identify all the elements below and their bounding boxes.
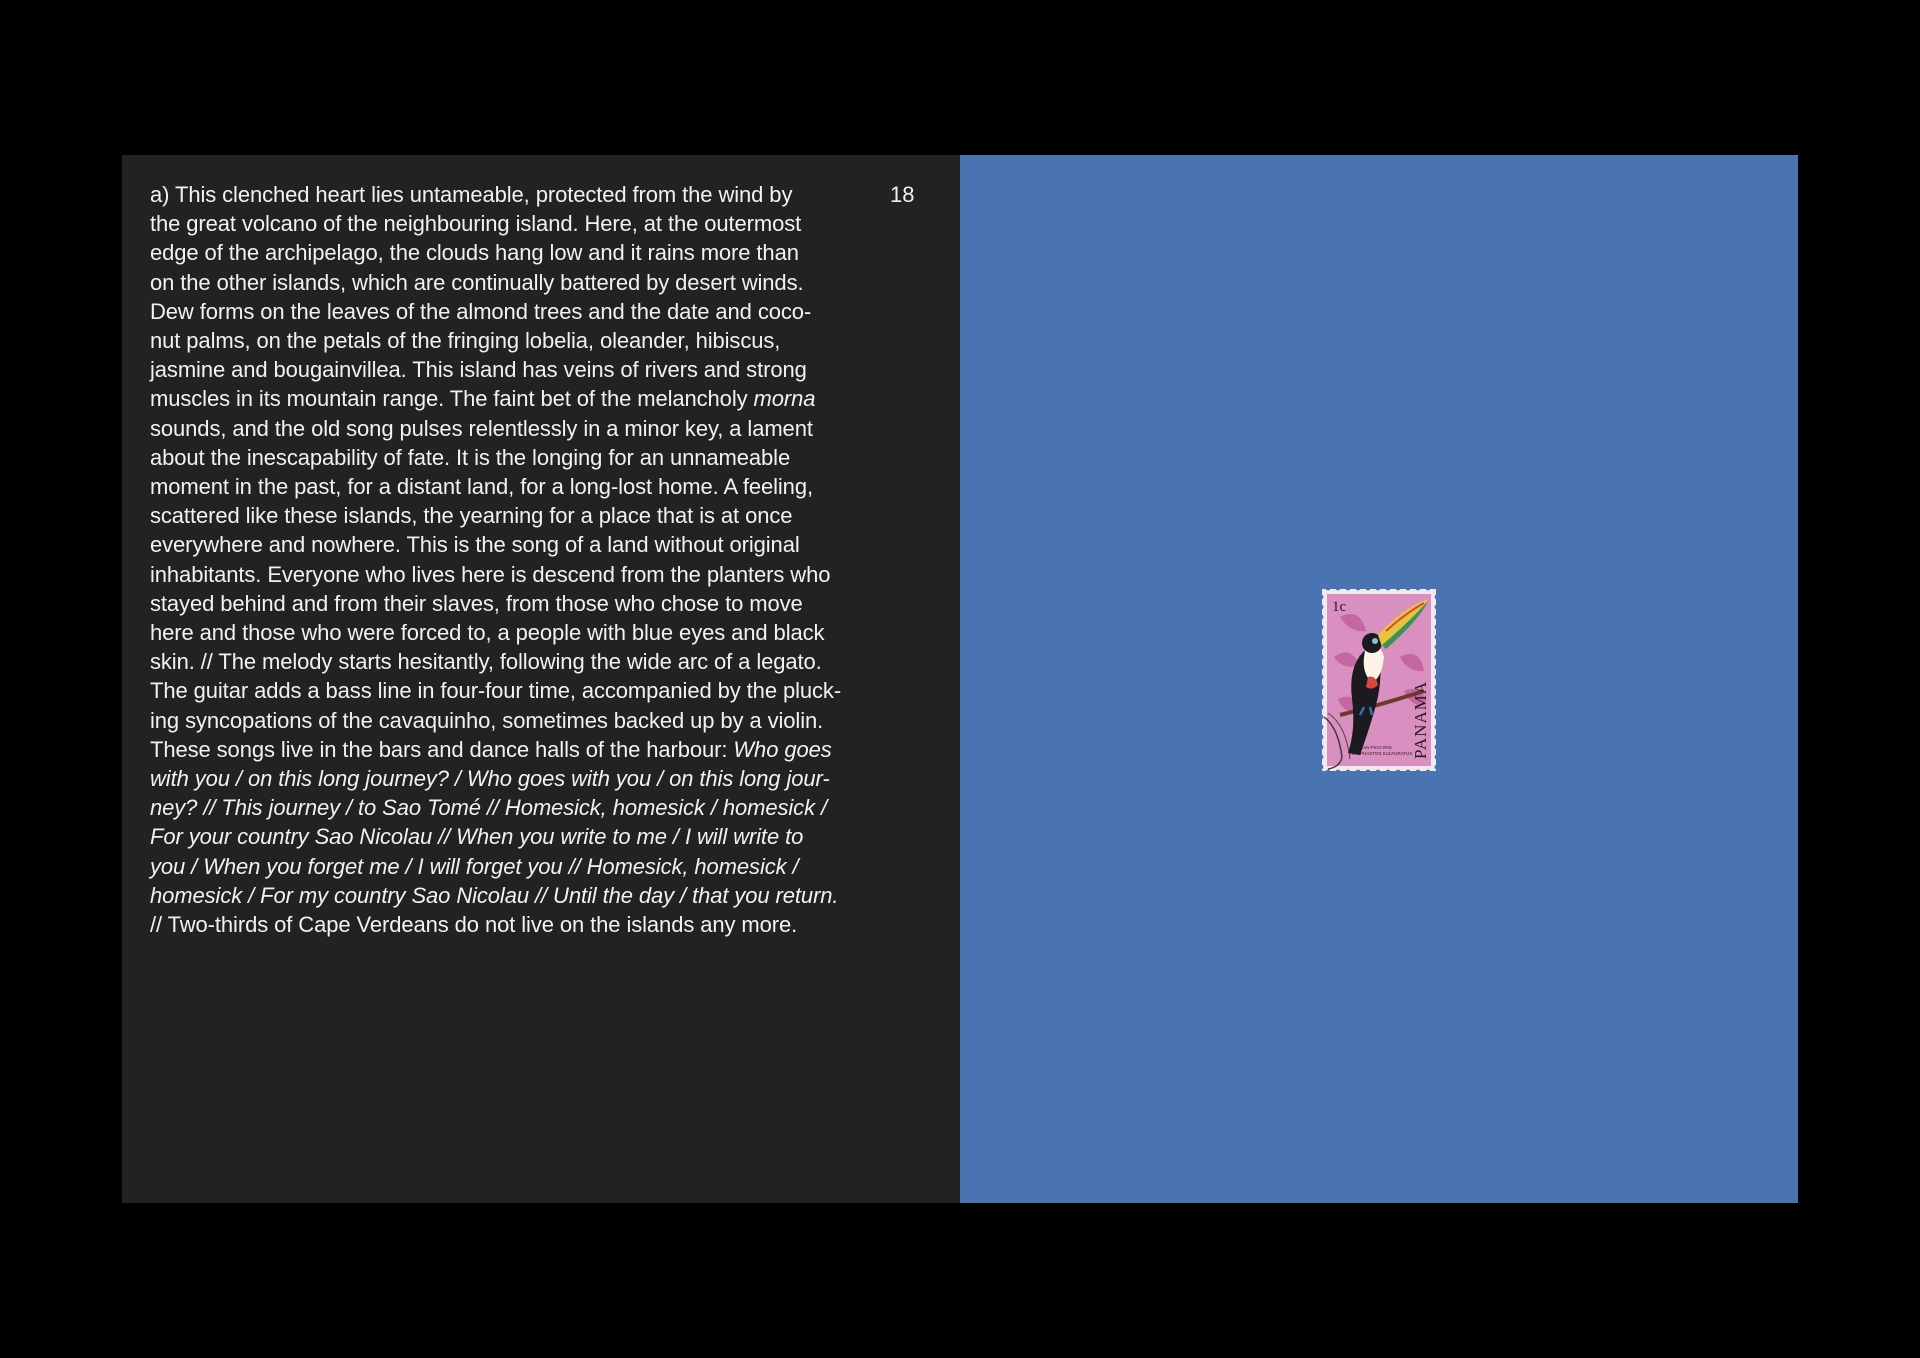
- text-segment: skin. // The melody starts hesitantly, f…: [150, 649, 822, 675]
- text-line: you / When you forget me / I will forget…: [150, 852, 864, 881]
- text-line: Dew forms on the leaves of the almond tr…: [150, 297, 864, 326]
- text-line: moment in the past, for a distant land, …: [150, 472, 864, 501]
- toucan-stamp-image: 1c PANAMA TUCAN PICO IRIS RAMPHASTOS SUL…: [1320, 587, 1438, 773]
- stamp-caption-line1: TUCAN PICO IRIS: [1354, 745, 1392, 750]
- italic-text-segment: with you / on this long journey? / Who g…: [150, 766, 830, 792]
- right-page: 1c PANAMA TUCAN PICO IRIS RAMPHASTOS SUL…: [960, 155, 1798, 1203]
- text-segment: scattered like these islands, the yearni…: [150, 503, 793, 529]
- left-page: a) This clenched heart lies untameable, …: [122, 155, 960, 1203]
- text-line: inhabitants. Everyone who lives here is …: [150, 560, 864, 589]
- text-segment: Dew forms on the leaves of the almond tr…: [150, 298, 812, 324]
- italic-text-segment: you / When you forget me / I will forget…: [150, 853, 799, 879]
- text-line: ing syncopations of the cavaquinho, some…: [150, 706, 864, 735]
- text-line: edge of the archipelago, the clouds hang…: [150, 238, 864, 267]
- italic-text-segment: morna: [753, 386, 816, 412]
- text-segment: the great volcano of the neighbouring is…: [150, 211, 802, 237]
- text-segment: jasmine and bougainvillea. This island h…: [150, 357, 807, 383]
- text-segment: nut palms, on the petals of the fringing…: [150, 328, 781, 354]
- italic-text-segment: For your country Sao Nicolau // When you…: [150, 824, 804, 850]
- text-line: muscles in its mountain range. The faint…: [150, 384, 864, 413]
- text-segment: // Two-thirds of Cape Verdeans do not li…: [150, 912, 798, 938]
- text-line: ney? // This journey / to Sao Tomé // Ho…: [150, 793, 864, 822]
- text-line: a) This clenched heart lies untameable, …: [150, 180, 864, 209]
- text-line: stayed behind and from their slaves, fro…: [150, 589, 864, 618]
- stamp-denomination: 1c: [1332, 599, 1347, 615]
- text-segment: edge of the archipelago, the clouds hang…: [150, 240, 799, 266]
- text-segment: muscles in its mountain range. The faint…: [150, 386, 754, 412]
- text-line: with you / on this long journey? / Who g…: [150, 764, 864, 793]
- text-segment: These songs live in the bars and dance h…: [150, 736, 734, 762]
- text-line: on the other islands, which are continua…: [150, 268, 864, 297]
- page-number: 18: [890, 182, 915, 207]
- italic-text-segment: ney? // This journey / to Sao Tomé // Ho…: [150, 795, 828, 821]
- book-spread: a) This clenched heart lies untameable, …: [122, 155, 1798, 1203]
- text-line: These songs live in the bars and dance h…: [150, 735, 864, 764]
- body-text: a) This clenched heart lies untameable, …: [150, 180, 864, 939]
- text-line: For your country Sao Nicolau // When you…: [150, 822, 864, 851]
- postage-stamp: 1c PANAMA TUCAN PICO IRIS RAMPHASTOS SUL…: [1320, 587, 1438, 773]
- text-line: // Two-thirds of Cape Verdeans do not li…: [150, 910, 864, 939]
- text-line: everywhere and nowhere. This is the song…: [150, 530, 864, 559]
- italic-text-segment: homesick / For my country Sao Nicolau //…: [150, 882, 839, 908]
- italic-text-segment: Who goes: [733, 736, 832, 762]
- text-line: sounds, and the old song pulses relentle…: [150, 414, 864, 443]
- text-segment: here and those who were forced to, a peo…: [150, 620, 825, 646]
- text-segment: everywhere and nowhere. This is the song…: [150, 532, 800, 558]
- text-segment: a) This clenched heart lies untameable, …: [150, 182, 793, 207]
- text-line: here and those who were forced to, a peo…: [150, 618, 864, 647]
- text-segment: inhabitants. Everyone who lives here is …: [150, 561, 831, 587]
- text-line: scattered like these islands, the yearni…: [150, 501, 864, 530]
- text-line: nut palms, on the petals of the fringing…: [150, 326, 864, 355]
- text-segment: sounds, and the old song pulses relentle…: [150, 415, 813, 441]
- text-line: about the inescapability of fate. It is …: [150, 443, 864, 472]
- text-segment: moment in the past, for a distant land, …: [150, 474, 813, 500]
- text-line: skin. // The melody starts hesitantly, f…: [150, 647, 864, 676]
- text-line: the great volcano of the neighbouring is…: [150, 209, 864, 238]
- stamp-caption-line2: RAMPHASTOS SULFURATUS: [1350, 751, 1412, 756]
- text-segment: about the inescapability of fate. It is …: [150, 444, 791, 470]
- text-segment: ing syncopations of the cavaquinho, some…: [150, 707, 824, 733]
- text-line: jasmine and bougainvillea. This island h…: [150, 355, 864, 384]
- text-line: The guitar adds a bass line in four-four…: [150, 676, 864, 705]
- toucan-eye: [1372, 638, 1378, 644]
- text-segment: stayed behind and from their slaves, fro…: [150, 590, 803, 616]
- text-segment: on the other islands, which are continua…: [150, 269, 804, 295]
- text-segment: The guitar adds a bass line in four-four…: [150, 678, 842, 704]
- stamp-country: PANAMA: [1411, 681, 1430, 759]
- text-line: homesick / For my country Sao Nicolau //…: [150, 881, 864, 910]
